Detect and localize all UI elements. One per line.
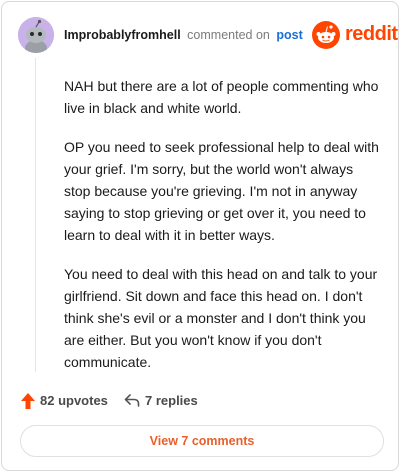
comment-paragraph: NAH but there are a lot of people commen… <box>64 78 379 116</box>
upvote-count: 82 upvotes <box>40 393 108 408</box>
upvote-arrow-icon[interactable] <box>20 392 36 410</box>
comment-header: Improbablyfromhell commented on post red… <box>2 2 398 68</box>
commented-on-label: commented on <box>187 28 270 42</box>
view-comments-button[interactable]: View 7 comments <box>20 425 384 457</box>
reddit-wordmark: reddit <box>345 23 398 45</box>
snoo-avatar-icon[interactable] <box>18 17 54 53</box>
comment-body: NAH but there are a lot of people commen… <box>64 75 382 390</box>
comment-meta: Improbablyfromhell commented on post <box>64 28 303 42</box>
comment-paragraph: OP you need to seek professional help to… <box>64 139 379 243</box>
comment-paragraph: You need to deal with this head on and t… <box>64 266 378 370</box>
comment-card: Improbablyfromhell commented on post red… <box>1 1 399 471</box>
reddit-logo-icon <box>312 21 340 49</box>
thread-line[interactable] <box>35 58 36 372</box>
reply-arrow-icon[interactable] <box>124 393 140 407</box>
username-link[interactable]: Improbablyfromhell <box>64 28 181 42</box>
reply-count[interactable]: 7 replies <box>145 393 198 408</box>
post-link[interactable]: post <box>276 28 302 42</box>
comment-actions: 82 upvotes 7 replies <box>20 390 380 412</box>
reddit-logo[interactable]: reddit <box>312 20 398 50</box>
